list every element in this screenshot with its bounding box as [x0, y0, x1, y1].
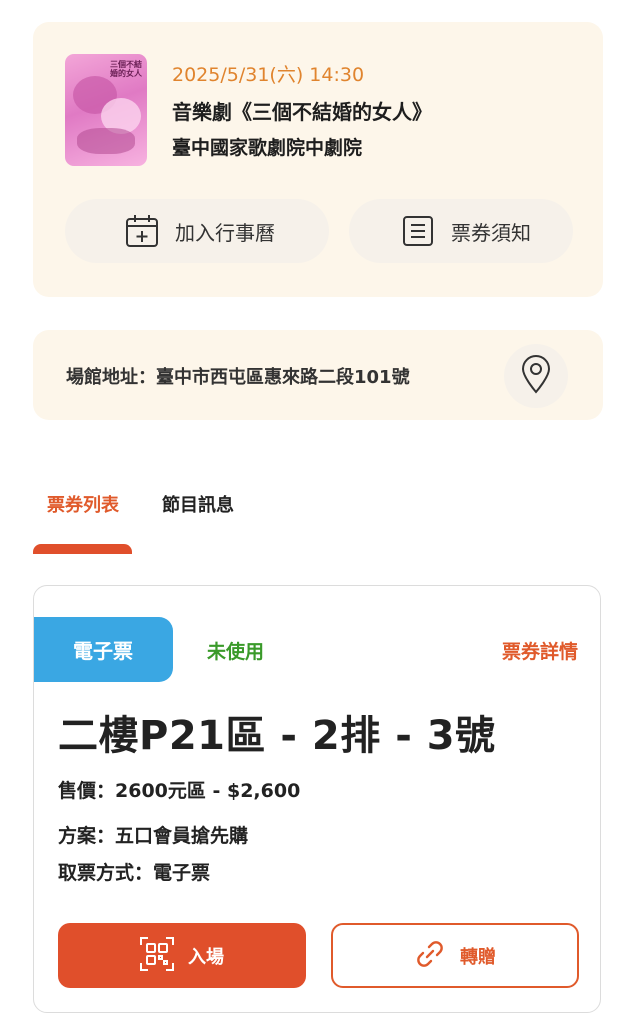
add-to-calendar-button[interactable]: 加入行事曆: [65, 199, 329, 263]
event-card: 三個不結婚的女人 2025/5/31(六) 14:30 音樂劇《三個不結婚的女人…: [33, 22, 603, 297]
ticket-status: 未使用: [207, 641, 265, 663]
seat-info: 二樓P21區 - 2排 - 3號: [58, 713, 496, 759]
ticket-plan: 方案：五口會員搶先購: [58, 825, 249, 847]
ticket-details-link[interactable]: 票券詳情: [502, 637, 578, 664]
map-pin-icon: [520, 354, 552, 398]
event-datetime: 2025/5/31(六) 14:30: [172, 64, 365, 86]
ticket-notice-label: 票券須知: [451, 220, 531, 245]
venue-address-card: 場館地址：臺中市西屯區惠來路二段101號: [33, 330, 603, 420]
list-document-icon: [401, 214, 435, 248]
tab-program-info[interactable]: 節目訊息: [162, 491, 234, 517]
active-tab-indicator: [33, 544, 132, 554]
transfer-button[interactable]: 轉贈: [331, 923, 579, 988]
event-venue: 臺中國家歌劇院中劇院: [172, 137, 363, 159]
ticket-price: 售價：2600元區 - $2,600: [58, 780, 301, 802]
ticket-card: 電子票 未使用 票券詳情 二樓P21區 - 2排 - 3號 售價：2600元區 …: [33, 585, 601, 1013]
qr-code-icon: [140, 936, 174, 975]
transfer-label: 轉贈: [460, 946, 496, 968]
poster-title: 三個不結婚的女人: [110, 60, 142, 78]
link-icon: [414, 938, 446, 974]
tab-ticket-list[interactable]: 票券列表: [47, 491, 119, 517]
ticket-notice-button[interactable]: 票券須知: [349, 199, 573, 263]
event-poster[interactable]: 三個不結婚的女人: [65, 54, 147, 166]
open-map-button[interactable]: [504, 344, 568, 408]
enter-button[interactable]: 入場: [58, 923, 306, 988]
event-title: 音樂劇《三個不結婚的女人》: [172, 100, 432, 124]
venue-address: 場館地址：臺中市西屯區惠來路二段101號: [66, 367, 410, 388]
ticket-type-badge: 電子票: [34, 617, 173, 682]
add-to-calendar-label: 加入行事曆: [175, 220, 275, 245]
ticket-pickup-method: 取票方式：電子票: [58, 862, 211, 884]
calendar-plus-icon: [125, 214, 159, 248]
enter-label: 入場: [188, 946, 224, 968]
